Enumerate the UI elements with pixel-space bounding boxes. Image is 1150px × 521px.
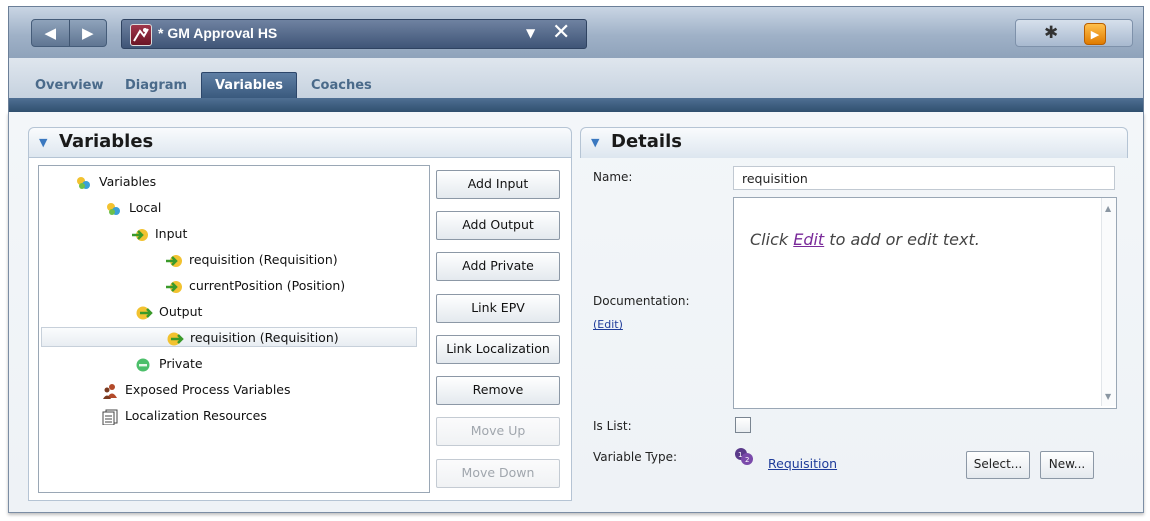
- tab-diagram[interactable]: Diagram: [125, 73, 187, 98]
- select-button[interactable]: Select...: [966, 451, 1030, 479]
- tree-node-label: Exposed Process Variables: [125, 382, 291, 397]
- tree-node-input-requisition[interactable]: requisition (Requisition): [165, 250, 338, 270]
- debug-bug-icon[interactable]: ✱: [1044, 23, 1058, 43]
- move-down-button[interactable]: Move Down: [436, 459, 560, 488]
- tab-coaches[interactable]: Coaches: [311, 73, 372, 98]
- documentation-editor[interactable]: Click Edit to add or edit text. ▲ ▼: [733, 197, 1117, 409]
- remove-button[interactable]: Remove: [436, 376, 560, 405]
- add-output-button[interactable]: Add Output: [436, 211, 560, 240]
- svg-text:2: 2: [745, 456, 749, 464]
- svg-text:1: 1: [738, 451, 742, 459]
- editor-tabs: Overview Diagram Variables Coaches: [8, 58, 1144, 99]
- scroll-down-icon[interactable]: ▼: [1105, 392, 1111, 401]
- new-button[interactable]: New...: [1040, 451, 1094, 479]
- tree-node-label: Private: [159, 356, 203, 371]
- tree-node-local[interactable]: Local: [105, 198, 161, 218]
- scroll-up-icon[interactable]: ▲: [1105, 204, 1111, 213]
- documentation-prompt: Click Edit to add or edit text.: [750, 230, 980, 249]
- chevron-down-icon[interactable]: ▼: [526, 26, 535, 40]
- tree-node-label: currentPosition (Position): [189, 278, 346, 293]
- is-list-label: Is List:: [593, 419, 632, 433]
- tree-node-label: Output: [159, 304, 203, 319]
- doc-prompt-text: to add or edit text.: [824, 230, 980, 249]
- close-icon[interactable]: ✕: [552, 20, 570, 46]
- name-label: Name:: [593, 170, 633, 184]
- tab-overview[interactable]: Overview: [35, 73, 104, 98]
- tree-node-exposed-process-variables[interactable]: Exposed Process Variables: [101, 380, 291, 400]
- input-arrow-icon: [166, 254, 182, 267]
- details-section-title: Details: [611, 131, 682, 152]
- collapse-chevron-icon[interactable]: ▼: [39, 136, 47, 149]
- variables-group-icon: [77, 176, 90, 189]
- output-arrow-icon: [167, 332, 184, 345]
- name-field[interactable]: requisition: [733, 166, 1115, 190]
- documentation-scrollbar[interactable]: ▲ ▼: [1101, 198, 1116, 406]
- back-button[interactable]: ◀: [32, 20, 69, 46]
- details-section-header[interactable]: ▼ Details: [580, 127, 1128, 158]
- tree-node-label: Variables: [99, 174, 157, 189]
- doc-edit-link[interactable]: Edit: [793, 230, 824, 249]
- toolbar-actions: ✱ ▶: [1015, 19, 1133, 47]
- artifact-title: * GM Approval HS: [158, 25, 278, 41]
- add-private-button[interactable]: Add Private: [436, 252, 560, 281]
- is-list-checkbox[interactable]: [735, 417, 751, 433]
- business-object-icon: 12: [735, 448, 753, 465]
- private-circle-icon: [136, 358, 150, 371]
- resources-icon: [102, 409, 118, 425]
- variable-type-label: Variable Type:: [593, 450, 678, 464]
- variables-group-icon: [107, 202, 120, 215]
- variables-tree: Variables Local Input requisition (Requi…: [38, 165, 430, 493]
- documentation-label: Documentation:: [593, 294, 690, 308]
- variable-type-link[interactable]: Requisition: [768, 456, 837, 471]
- back-arrow-icon: ◀: [44, 24, 57, 42]
- tree-node-input-currentposition[interactable]: currentPosition (Position): [165, 276, 345, 296]
- tree-node-localization-resources[interactable]: Localization Resources: [101, 406, 267, 426]
- run-play-icon[interactable]: ▶: [1084, 23, 1106, 45]
- tab-underline-strip: [8, 98, 1144, 112]
- tree-node-output[interactable]: Output: [135, 302, 202, 322]
- tree-node-label: Local: [129, 200, 162, 215]
- input-arrow-icon: [166, 280, 182, 293]
- tree-node-variables[interactable]: Variables: [75, 172, 156, 192]
- tree-node-label: requisition (Requisition): [189, 252, 338, 267]
- move-up-button[interactable]: Move Up: [436, 417, 560, 446]
- variables-section-title: Variables: [59, 131, 154, 152]
- variables-section-header[interactable]: ▼ Variables: [28, 127, 572, 158]
- history-nav: ◀ ▶: [31, 19, 107, 47]
- tree-node-private[interactable]: Private: [135, 354, 203, 374]
- add-input-button[interactable]: Add Input: [436, 170, 560, 199]
- forward-arrow-icon: ▶: [81, 24, 94, 42]
- tree-node-label: Input: [155, 226, 188, 241]
- output-arrow-icon: [136, 306, 153, 319]
- tree-node-input[interactable]: Input: [131, 224, 187, 244]
- link-epv-button[interactable]: Link EPV: [436, 294, 560, 323]
- documentation-edit-link[interactable]: (Edit): [593, 318, 623, 331]
- artifact-title-selector[interactable]: * GM Approval HS ▼ ✕: [121, 19, 587, 49]
- tab-variables[interactable]: Variables: [201, 72, 297, 99]
- editor-header: ◀ ▶ * GM Approval HS ▼ ✕ ✱ ▶: [8, 6, 1144, 59]
- people-icon: [103, 383, 117, 399]
- human-service-icon: [130, 24, 152, 46]
- tree-node-label: requisition (Requisition): [190, 330, 339, 345]
- tree-node-output-requisition[interactable]: requisition (Requisition): [41, 327, 417, 347]
- tree-node-label: Localization Resources: [125, 408, 267, 423]
- doc-prompt-text: Click: [750, 230, 794, 249]
- forward-button[interactable]: ▶: [68, 20, 107, 46]
- collapse-chevron-icon[interactable]: ▼: [591, 136, 599, 149]
- link-localization-button[interactable]: Link Localization: [436, 335, 560, 364]
- input-arrow-icon: [132, 228, 148, 241]
